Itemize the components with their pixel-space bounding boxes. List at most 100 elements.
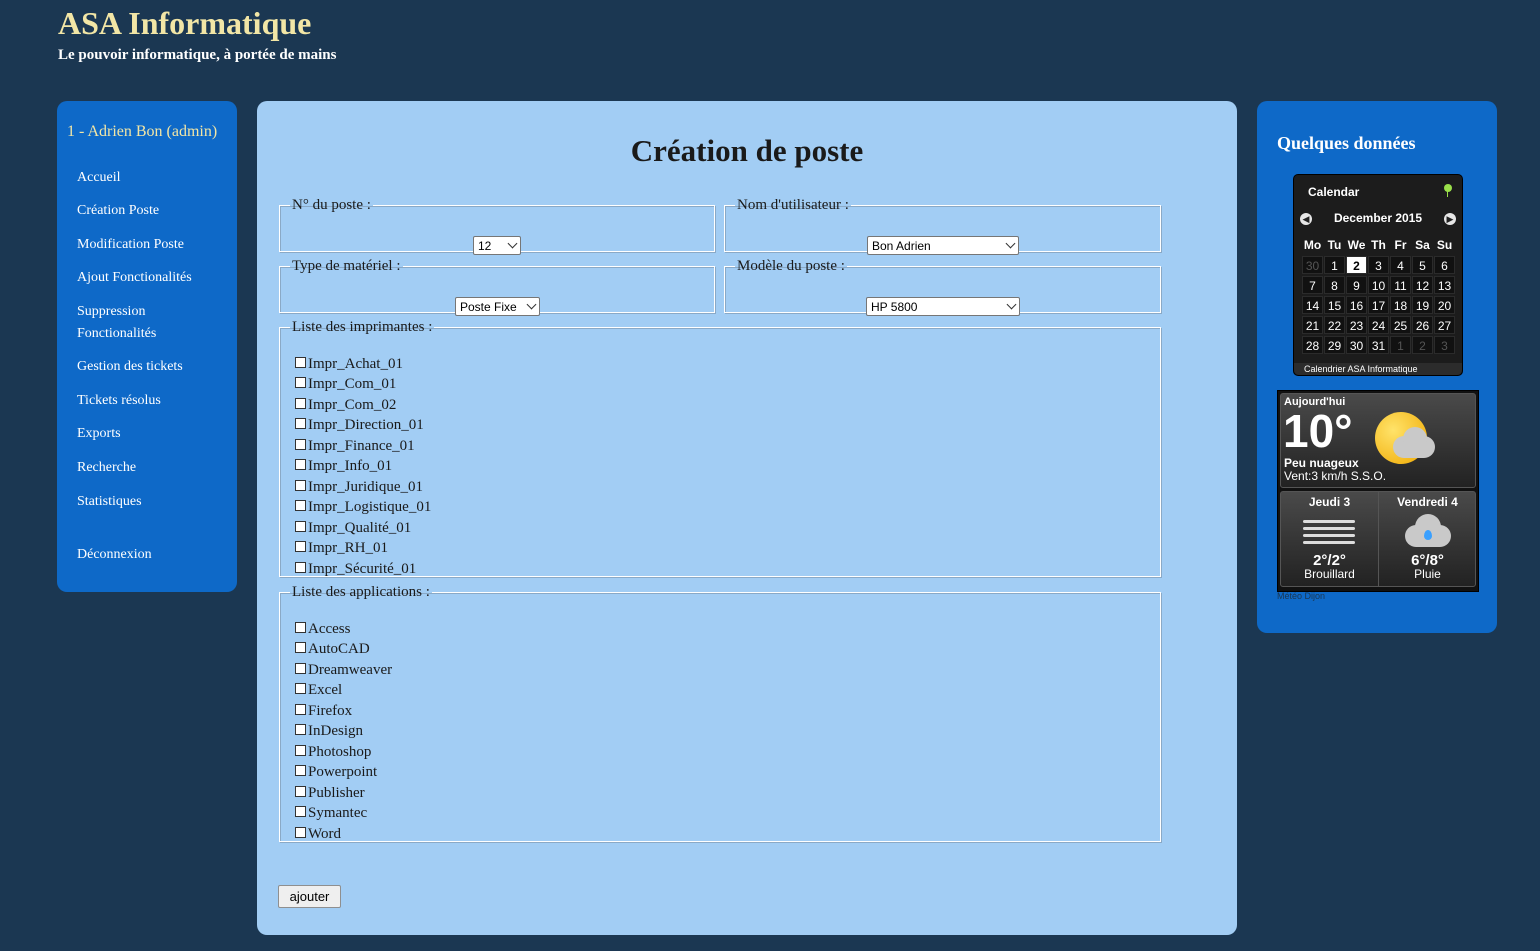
printer-option[interactable]: Impr_Com_01 <box>295 375 431 396</box>
checkbox[interactable] <box>295 662 306 674</box>
checkbox[interactable] <box>295 479 306 491</box>
calendar-day[interactable]: 6 <box>1434 256 1455 274</box>
calendar-day[interactable]: 23 <box>1346 316 1367 334</box>
forecast-condition: Pluie <box>1414 567 1441 581</box>
checkbox[interactable] <box>295 418 306 430</box>
application-option[interactable]: Symantec <box>295 804 392 825</box>
application-option[interactable]: InDesign <box>295 722 392 743</box>
printer-option[interactable]: Impr_Juridique_01 <box>295 477 431 498</box>
checkbox[interactable] <box>295 621 306 633</box>
calendar-day[interactable]: 28 <box>1302 336 1323 354</box>
poste-number-select[interactable]: 12 <box>473 236 521 255</box>
checkbox[interactable] <box>295 683 306 695</box>
calendar-day[interactable]: 30 <box>1302 256 1323 274</box>
calendar-day[interactable]: 24 <box>1368 316 1389 334</box>
checkbox[interactable] <box>295 377 306 389</box>
printer-option[interactable]: Impr_Sécurité_01 <box>295 559 431 580</box>
calendar-day[interactable]: 10 <box>1368 276 1389 294</box>
calendar-day[interactable]: 22 <box>1324 316 1345 334</box>
printer-option[interactable]: Impr_Info_01 <box>295 457 431 478</box>
weather-footer-link[interactable]: Météo Dijon <box>1277 591 1325 601</box>
checkbox[interactable] <box>295 765 306 777</box>
calendar-day[interactable]: 26 <box>1412 316 1433 334</box>
sidebar-item-tickets-resolus[interactable]: Tickets résolus <box>77 390 161 412</box>
sidebar-item-recherche[interactable]: Recherche <box>77 457 136 479</box>
user-name-select[interactable]: Bon Adrien <box>867 236 1019 255</box>
calendar-day[interactable]: 20 <box>1434 296 1455 314</box>
calendar-day[interactable]: 19 <box>1412 296 1433 314</box>
application-option[interactable]: Publisher <box>295 783 392 804</box>
calendar-day[interactable]: 11 <box>1390 276 1411 294</box>
next-month-icon[interactable]: ▶ <box>1444 213 1456 225</box>
calendar-day[interactable]: 17 <box>1368 296 1389 314</box>
calendar-day[interactable]: 2 <box>1412 336 1433 354</box>
calendar-day-today[interactable]: 2 <box>1346 256 1367 274</box>
checkbox[interactable] <box>295 744 306 756</box>
application-option[interactable]: AutoCAD <box>295 640 392 661</box>
sidebar-item-accueil[interactable]: Accueil <box>77 167 121 189</box>
application-option[interactable]: Photoshop <box>295 742 392 763</box>
printer-option[interactable]: Impr_Com_02 <box>295 395 431 416</box>
model-select[interactable]: HP 5800 <box>866 297 1020 316</box>
application-option[interactable]: Excel <box>295 681 392 702</box>
printer-option[interactable]: Impr_Achat_01 <box>295 354 431 375</box>
printer-option[interactable]: Impr_RH_01 <box>295 539 431 560</box>
calendar-day[interactable]: 27 <box>1434 316 1455 334</box>
printer-option[interactable]: Impr_Finance_01 <box>295 436 431 457</box>
checkbox[interactable] <box>295 459 306 471</box>
calendar-day[interactable]: 14 <box>1302 296 1323 314</box>
checkbox[interactable] <box>295 356 306 368</box>
checkbox[interactable] <box>295 561 306 573</box>
calendar-day[interactable]: 16 <box>1346 296 1367 314</box>
calendar-day[interactable]: 18 <box>1390 296 1411 314</box>
calendar-day[interactable]: 15 <box>1324 296 1345 314</box>
add-button[interactable]: ajouter <box>278 885 341 908</box>
site-title: ASA Informatique <box>58 5 312 41</box>
sidebar-item-gestion-tickets[interactable]: Gestion des tickets <box>77 356 183 378</box>
sidebar-item-ajout-fonctionalites[interactable]: Ajout Fonctionalités <box>77 267 192 289</box>
application-option[interactable]: Firefox <box>295 701 392 722</box>
logout-link[interactable]: Déconnexion <box>77 544 152 566</box>
sidebar-item-statistiques[interactable]: Statistiques <box>77 491 142 513</box>
application-option[interactable]: Powerpoint <box>295 763 392 784</box>
application-option[interactable]: Access <box>295 619 392 640</box>
printer-label: Impr_Com_02 <box>308 396 397 413</box>
checkbox[interactable] <box>295 520 306 532</box>
calendar-day[interactable]: 1 <box>1324 256 1345 274</box>
printer-option[interactable]: Impr_Qualité_01 <box>295 518 431 539</box>
sidebar-item-suppression-fonctionalites[interactable]: Suppression Fonctionalités <box>77 301 187 345</box>
calendar-day[interactable]: 1 <box>1390 336 1411 354</box>
sidebar-item-modification-poste[interactable]: Modification Poste <box>77 234 184 256</box>
calendar-day[interactable]: 21 <box>1302 316 1323 334</box>
calendar-day[interactable]: 3 <box>1368 256 1389 274</box>
calendar-day[interactable]: 9 <box>1346 276 1367 294</box>
application-option[interactable]: Dreamweaver <box>295 660 392 681</box>
calendar-day[interactable]: 25 <box>1390 316 1411 334</box>
calendar-day[interactable]: 12 <box>1412 276 1433 294</box>
sidebar-item-exports[interactable]: Exports <box>77 423 121 445</box>
calendar-day[interactable]: 5 <box>1412 256 1433 274</box>
application-option[interactable]: Word <box>295 824 392 845</box>
calendar-day[interactable]: 13 <box>1434 276 1455 294</box>
checkbox[interactable] <box>295 703 306 715</box>
calendar-day[interactable]: 3 <box>1434 336 1455 354</box>
checkbox[interactable] <box>295 397 306 409</box>
printer-option[interactable]: Impr_Direction_01 <box>295 416 431 437</box>
checkbox[interactable] <box>295 642 306 654</box>
checkbox[interactable] <box>295 438 306 450</box>
calendar-day[interactable]: 4 <box>1390 256 1411 274</box>
checkbox[interactable] <box>295 826 306 838</box>
sidebar-item-creation-poste[interactable]: Création Poste <box>77 200 159 222</box>
calendar-day[interactable]: 31 <box>1368 336 1389 354</box>
checkbox[interactable] <box>295 724 306 736</box>
calendar-day[interactable]: 7 <box>1302 276 1323 294</box>
printer-option[interactable]: Impr_Logistique_01 <box>295 498 431 519</box>
material-type-select[interactable]: Poste Fixe <box>455 297 540 316</box>
calendar-day[interactable]: 8 <box>1324 276 1345 294</box>
checkbox[interactable] <box>295 806 306 818</box>
calendar-day[interactable]: 30 <box>1346 336 1367 354</box>
checkbox[interactable] <box>295 541 306 553</box>
calendar-day[interactable]: 29 <box>1324 336 1345 354</box>
checkbox[interactable] <box>295 500 306 512</box>
checkbox[interactable] <box>295 785 306 797</box>
